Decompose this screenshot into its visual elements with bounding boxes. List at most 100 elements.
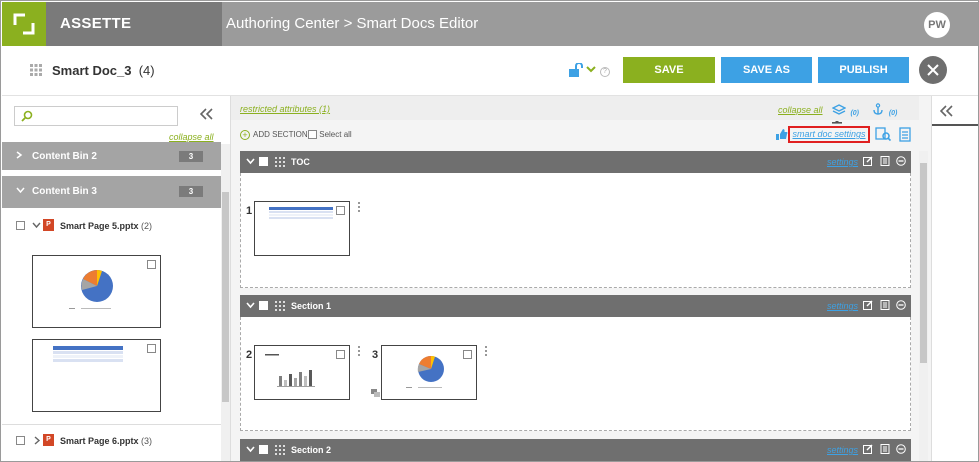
section-checkbox[interactable]	[259, 157, 268, 166]
select-all-checkbox[interactable]	[308, 130, 317, 140]
chevron-down-icon[interactable]	[586, 66, 596, 73]
chevron-down-icon[interactable]	[31, 222, 41, 229]
section-name: Section 1	[291, 301, 332, 311]
thumbs-up-icon[interactable]	[776, 129, 788, 140]
slide-thumbnail-bar-chart[interactable]	[254, 345, 350, 400]
drag-grid-icon	[30, 64, 42, 76]
slide-thumbnail-pie-chart[interactable]	[381, 345, 477, 400]
section-header-section-1[interactable]: Section 1 settings	[240, 295, 911, 317]
collapse-all-link[interactable]: collapse all	[169, 132, 214, 142]
chevron-down-icon[interactable]	[246, 446, 255, 453]
section-settings-link[interactable]: settings	[827, 301, 858, 311]
chevron-down-icon	[16, 187, 25, 194]
document-title: Smart Doc_3 (4)	[52, 63, 155, 78]
scrollbar-thumb[interactable]	[222, 192, 229, 402]
section-header-toc[interactable]: TOC settings	[240, 151, 911, 173]
editor-area: restricted attributes (1) collapse all (…	[231, 96, 931, 461]
pie-chart-image	[69, 270, 113, 309]
attributes-bar: restricted attributes (1) collapse all (…	[231, 96, 919, 133]
logo-icon	[13, 13, 35, 35]
more-options-icon[interactable]	[358, 202, 361, 214]
section-actions	[863, 156, 906, 168]
slide-thumbnail-pie[interactable]	[32, 255, 161, 328]
restricted-attributes-link[interactable]: restricted attributes (1)	[240, 104, 330, 114]
close-button[interactable]	[919, 56, 947, 84]
publish-button[interactable]: PUBLISH	[818, 57, 909, 83]
section-settings-link[interactable]: settings	[827, 445, 858, 455]
page-checkbox[interactable]	[16, 221, 25, 231]
left-panel-scrollbar[interactable]	[221, 144, 230, 461]
more-options-icon[interactable]	[358, 346, 361, 358]
page-item-smart-page-6[interactable]	[16, 435, 41, 446]
preview-search-icon[interactable]	[875, 127, 891, 142]
drag-handle-icon[interactable]	[275, 301, 285, 311]
table-image	[53, 346, 123, 362]
slide-number: 2	[246, 349, 253, 361]
editor-scrollbar[interactable]	[919, 151, 928, 461]
collapse-all-link[interactable]: collapse all	[778, 105, 823, 115]
powerpoint-icon: P	[43, 434, 54, 446]
content-bins-panel: collapse all Content Bin 2 3 Content Bin…	[2, 96, 231, 461]
page-item-smart-page-5[interactable]	[16, 220, 41, 231]
drag-handle-icon[interactable]	[275, 445, 285, 455]
section-name: TOC	[291, 157, 310, 167]
scrollbar-thumb[interactable]	[920, 163, 927, 363]
search-input[interactable]	[14, 106, 178, 126]
page-checkbox[interactable]	[16, 436, 25, 446]
smart-doc-settings-link[interactable]: smart doc settings	[788, 126, 870, 143]
section-settings-link[interactable]: settings	[827, 157, 858, 167]
section-checkbox[interactable]	[259, 445, 268, 454]
app-logo[interactable]	[2, 2, 46, 46]
app-window: ASSETTE Authoring Center > Smart Docs Ed…	[0, 0, 979, 462]
powerpoint-icon: P	[43, 219, 54, 231]
collapse-panel-icon[interactable]	[200, 108, 214, 120]
close-icon	[927, 64, 939, 76]
page-slide-count: (2)	[141, 221, 153, 231]
remove-section-icon[interactable]	[896, 300, 906, 310]
anchor-icon[interactable]	[872, 103, 884, 115]
chevron-right-icon[interactable]	[34, 436, 41, 445]
expand-panel-tab[interactable]	[932, 96, 978, 126]
slide-number: 1	[246, 205, 253, 217]
double-chevron-left-icon[interactable]	[940, 105, 954, 117]
section-header-section-2[interactable]: Section 2 settings	[240, 439, 911, 461]
slide-thumbnail-toc[interactable]	[254, 201, 350, 256]
select-all-control[interactable]: Select all	[308, 130, 352, 140]
page-slide-count: (3)	[141, 436, 153, 446]
help-icon[interactable]: ?	[600, 67, 610, 77]
save-as-button[interactable]: SAVE AS	[721, 57, 812, 83]
thumbnail-checkbox[interactable]	[336, 350, 345, 359]
table-image	[269, 207, 333, 219]
thumbnail-checkbox[interactable]	[336, 206, 345, 215]
section-checkbox[interactable]	[259, 301, 268, 310]
thumbnail-checkbox[interactable]	[147, 344, 156, 353]
layers-icon[interactable]	[831, 104, 847, 115]
page-name-text: Smart Page 6.pptx	[60, 436, 139, 446]
select-all-label: Select all	[319, 130, 352, 139]
content-bin-3[interactable]: Content Bin 3 3	[2, 176, 221, 208]
unlock-icon[interactable]	[568, 63, 584, 77]
section-actions	[863, 444, 906, 456]
content-bin-2[interactable]: Content Bin 2 3	[2, 142, 221, 170]
more-options-icon[interactable]	[485, 346, 488, 358]
edit-icon[interactable]	[863, 300, 873, 310]
bin-count-badge: 3	[179, 186, 203, 197]
remove-section-icon[interactable]	[896, 156, 906, 166]
notes-icon[interactable]	[880, 300, 890, 310]
user-avatar[interactable]: PW	[924, 12, 950, 38]
edit-icon[interactable]	[863, 156, 873, 166]
slide-thumbnail-table[interactable]	[32, 339, 161, 412]
thumbnail-checkbox[interactable]	[463, 350, 472, 359]
notes-icon[interactable]	[880, 444, 890, 454]
chevron-down-icon[interactable]	[246, 158, 255, 165]
add-section-button[interactable]: + ADD SECTION	[240, 130, 308, 140]
edit-icon[interactable]	[863, 444, 873, 454]
document-list-icon[interactable]	[899, 127, 911, 142]
drag-handle-icon[interactable]	[275, 157, 285, 167]
remove-section-icon[interactable]	[896, 444, 906, 454]
notes-icon[interactable]	[880, 156, 890, 166]
right-rail	[931, 96, 978, 461]
chevron-down-icon[interactable]	[246, 302, 255, 309]
save-button[interactable]: SAVE	[623, 57, 715, 83]
thumbnail-checkbox[interactable]	[147, 260, 156, 269]
